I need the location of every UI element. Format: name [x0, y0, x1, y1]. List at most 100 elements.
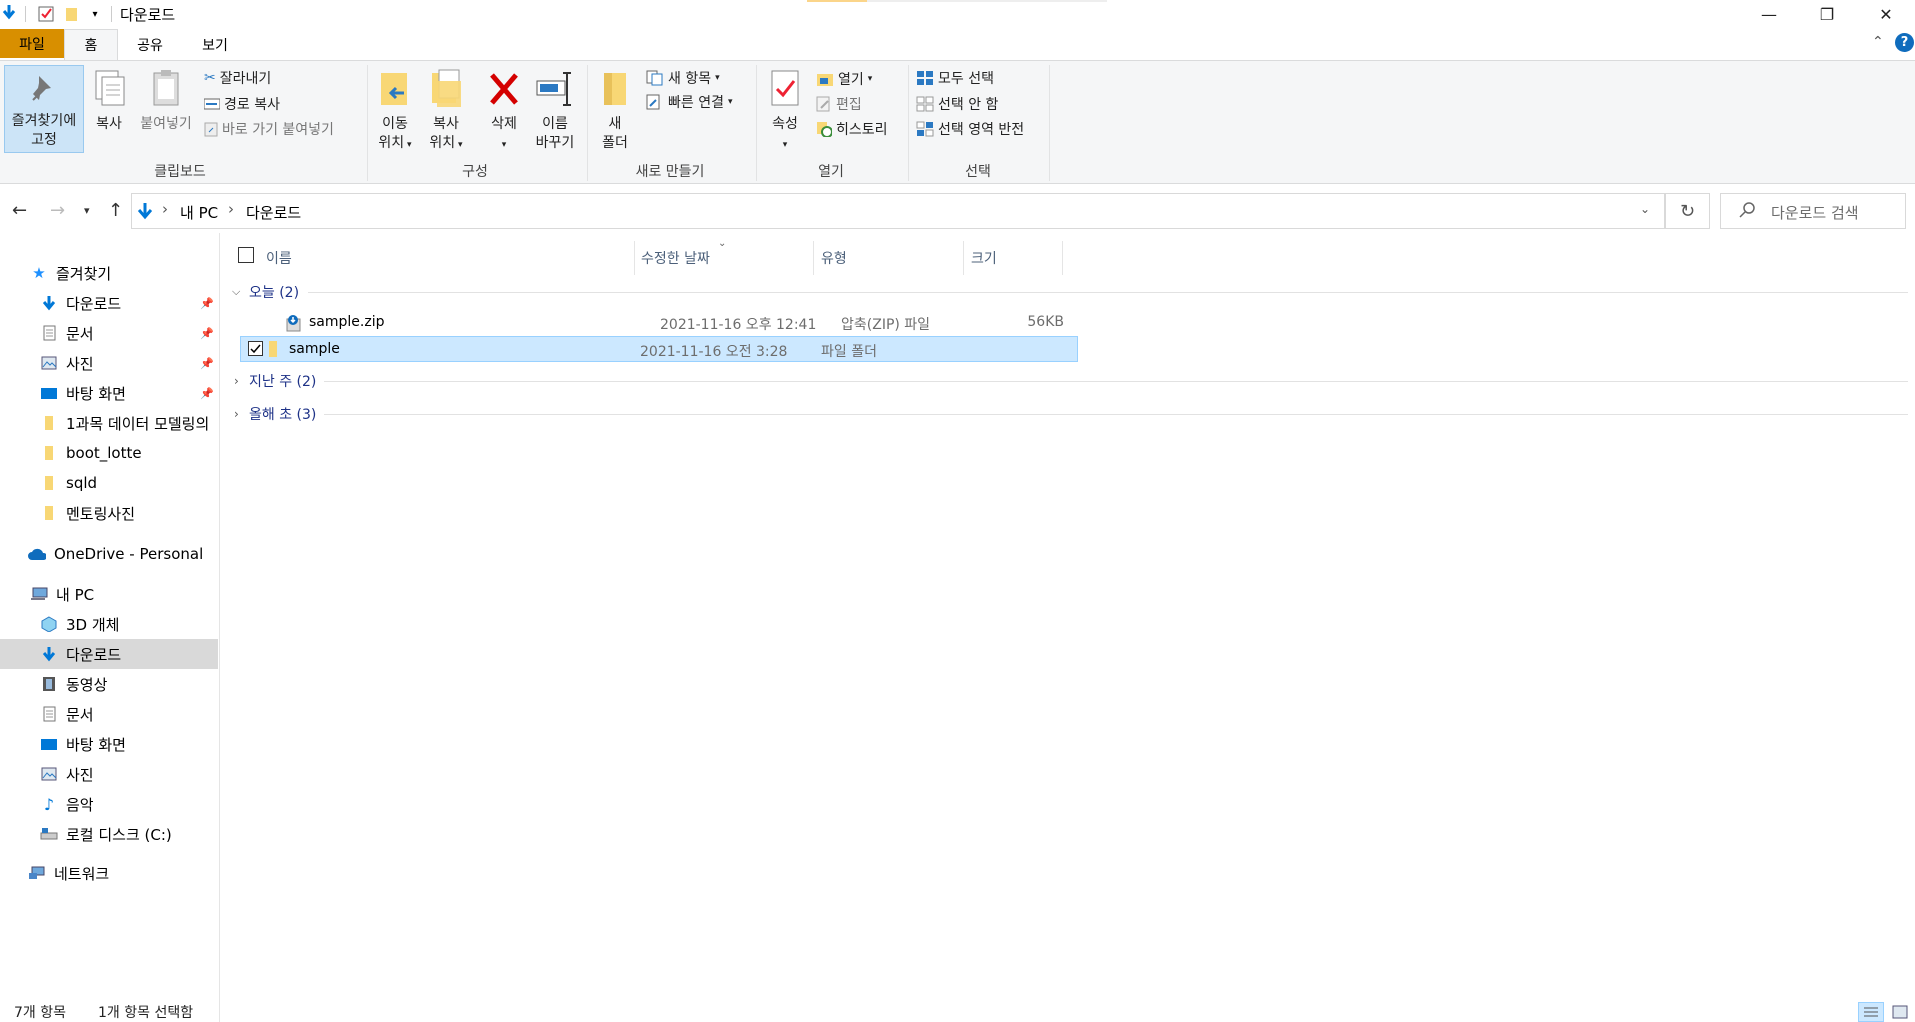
column-header-size[interactable]: 크기: [971, 243, 1051, 273]
large-icons-view-icon[interactable]: [1888, 1002, 1912, 1022]
cube-icon: [40, 615, 58, 633]
nav-item-desktop[interactable]: 바탕 화면 📌: [0, 378, 218, 408]
properties-quick-icon[interactable]: [37, 5, 55, 23]
paste-shortcut-button[interactable]: 바로 가기 붙여넣기: [204, 119, 334, 139]
table-row-selected[interactable]: sample 2021-11-16 오전 3:28 파일 폴더: [240, 336, 1078, 362]
new-item-button[interactable]: 새 항목 ▾: [646, 68, 720, 88]
refresh-icon[interactable]: ↻: [1665, 193, 1710, 229]
pin-icon: 📌: [200, 386, 214, 400]
customize-toolbar-icon[interactable]: ▾: [86, 5, 104, 23]
group-header-this-year[interactable]: › 올해 초 (3): [220, 402, 1910, 426]
tab-view[interactable]: 보기: [188, 29, 242, 60]
new-folder-button[interactable]: 새 폴더: [594, 69, 636, 153]
restore-button[interactable]: ❐: [1798, 0, 1856, 29]
copy-path-button[interactable]: 경로 복사: [204, 94, 280, 114]
nav-label: 문서: [66, 324, 94, 343]
close-button[interactable]: ✕: [1857, 0, 1915, 29]
breadcrumb-separator-icon[interactable]: ›: [228, 200, 234, 218]
nav-item-videos[interactable]: 동영상: [0, 669, 218, 699]
copy-button[interactable]: 복사: [90, 69, 128, 134]
new-folder-label-2: 폴더: [602, 135, 628, 151]
table-row[interactable]: sample.zip 2021-11-16 오후 12:41 압축(ZIP) 파…: [240, 310, 1078, 336]
select-none-button[interactable]: 선택 안 함: [916, 94, 998, 114]
select-all-checkbox[interactable]: [238, 247, 254, 263]
column-header-modified[interactable]: 수정한 날짜: [641, 243, 781, 273]
nav-item-downloads-selected[interactable]: 다운로드: [0, 639, 218, 669]
collapse-ribbon-icon[interactable]: ⌃: [1872, 34, 1884, 50]
breadcrumb-downloads[interactable]: 다운로드: [246, 202, 301, 223]
nav-item-desktop[interactable]: 바탕 화면: [0, 729, 218, 759]
edit-button[interactable]: 편집: [816, 94, 862, 114]
history-button[interactable]: 히스토리: [816, 119, 888, 139]
copy-to-button[interactable]: 복사 위치 ▾: [424, 69, 468, 155]
column-separator[interactable]: [963, 241, 964, 275]
ribbon-tabs: 파일 홈 공유 보기 ⌃ ?: [0, 29, 1915, 60]
group-header-today[interactable]: ⌵ 오늘 (2): [220, 280, 1910, 304]
nav-item-3d-objects[interactable]: 3D 개체: [0, 609, 218, 639]
paste-label: 붙여넣기: [140, 116, 192, 132]
column-separator[interactable]: [1062, 241, 1063, 275]
move-to-label-2: 위치: [378, 135, 405, 151]
nav-onedrive[interactable]: OneDrive - Personal: [0, 539, 218, 569]
breadcrumb-this-pc[interactable]: 내 PC: [180, 202, 218, 223]
address-bar[interactable]: › 내 PC › 다운로드 ⌄: [131, 193, 1665, 229]
details-view-icon[interactable]: [1858, 1002, 1884, 1022]
search-box[interactable]: 다운로드 검색: [1720, 193, 1906, 229]
nav-item-pictures[interactable]: 사진: [0, 759, 218, 789]
tab-share[interactable]: 공유: [124, 29, 176, 60]
paste-shortcut-icon: [204, 122, 218, 137]
column-header-name[interactable]: 이름: [266, 243, 456, 273]
recent-locations-chevron-icon[interactable]: ▾: [84, 204, 90, 217]
select-all-button[interactable]: 모두 선택: [916, 68, 994, 88]
new-group-label: 새로 만들기: [635, 164, 705, 180]
music-note-icon: ♪: [43, 794, 55, 814]
nav-item-music[interactable]: ♪ 음악: [0, 789, 218, 819]
new-folder-quick-icon[interactable]: [63, 5, 81, 23]
nav-item-folder[interactable]: 1과목 데이터 모델링의: [0, 408, 218, 438]
chevron-down-icon: ▾: [455, 140, 463, 150]
up-arrow-icon[interactable]: ↑: [108, 200, 123, 221]
nav-label: 로컬 디스크 (C:): [66, 825, 172, 844]
properties-button[interactable]: 속성 ▾: [764, 69, 806, 155]
cut-button[interactable]: ✂ 잘라내기: [204, 68, 271, 88]
move-to-button[interactable]: 이동 위치 ▾: [374, 69, 416, 155]
file-name: sample: [289, 341, 340, 357]
breadcrumb-separator-icon[interactable]: ›: [162, 200, 168, 218]
row-checkbox[interactable]: [248, 341, 263, 356]
nav-item-documents[interactable]: 문서 📌: [0, 318, 218, 348]
delete-button[interactable]: 삭제 ▾: [484, 69, 524, 155]
tab-file[interactable]: 파일: [0, 29, 64, 58]
nav-item-local-disk[interactable]: 로컬 디스크 (C:): [0, 819, 218, 849]
easy-access-button[interactable]: 빠른 연결 ▾: [646, 92, 733, 112]
nav-item-folder[interactable]: sqld: [0, 468, 218, 498]
pin-to-quick-access-button[interactable]: 즐겨찾기에 고정: [4, 65, 84, 153]
address-history-chevron-icon[interactable]: ⌄: [1640, 202, 1650, 216]
nav-label: sqld: [66, 474, 98, 492]
nav-network[interactable]: 네트워크: [0, 858, 218, 888]
rename-button[interactable]: 이름 바꾸기: [530, 69, 580, 153]
nav-item-folder[interactable]: boot_lotte: [0, 438, 218, 468]
column-header-type[interactable]: 유형: [821, 243, 961, 273]
column-separator[interactable]: [634, 241, 635, 275]
nav-this-pc[interactable]: 내 PC: [0, 579, 218, 609]
nav-quick-access[interactable]: ★ 즐겨찾기: [0, 258, 218, 288]
forward-arrow-icon[interactable]: →: [50, 200, 65, 221]
tab-home[interactable]: 홈: [64, 29, 118, 60]
edit-label: 편집: [836, 97, 862, 113]
back-arrow-icon[interactable]: ←: [12, 200, 27, 221]
invert-selection-button[interactable]: 선택 영역 반전: [916, 119, 1024, 139]
open-button[interactable]: 열기 ▾: [816, 69, 872, 89]
minimize-button[interactable]: —: [1740, 0, 1798, 29]
paste-button[interactable]: 붙여넣기: [136, 69, 196, 134]
sort-chevron-icon: ⌄: [718, 238, 727, 249]
nav-item-documents[interactable]: 문서: [0, 699, 218, 729]
help-icon[interactable]: ?: [1895, 33, 1914, 52]
file-name: sample.zip: [309, 314, 385, 330]
copy-path-label: 경로 복사: [224, 97, 280, 113]
nav-item-pictures[interactable]: 사진 📌: [0, 348, 218, 378]
group-header-last-week[interactable]: › 지난 주 (2): [220, 369, 1910, 393]
nav-item-downloads[interactable]: 다운로드 📌: [0, 288, 218, 318]
nav-item-folder[interactable]: 멘토링사진: [0, 498, 218, 528]
column-separator[interactable]: [813, 241, 814, 275]
nav-label: 바탕 화면: [66, 735, 126, 754]
